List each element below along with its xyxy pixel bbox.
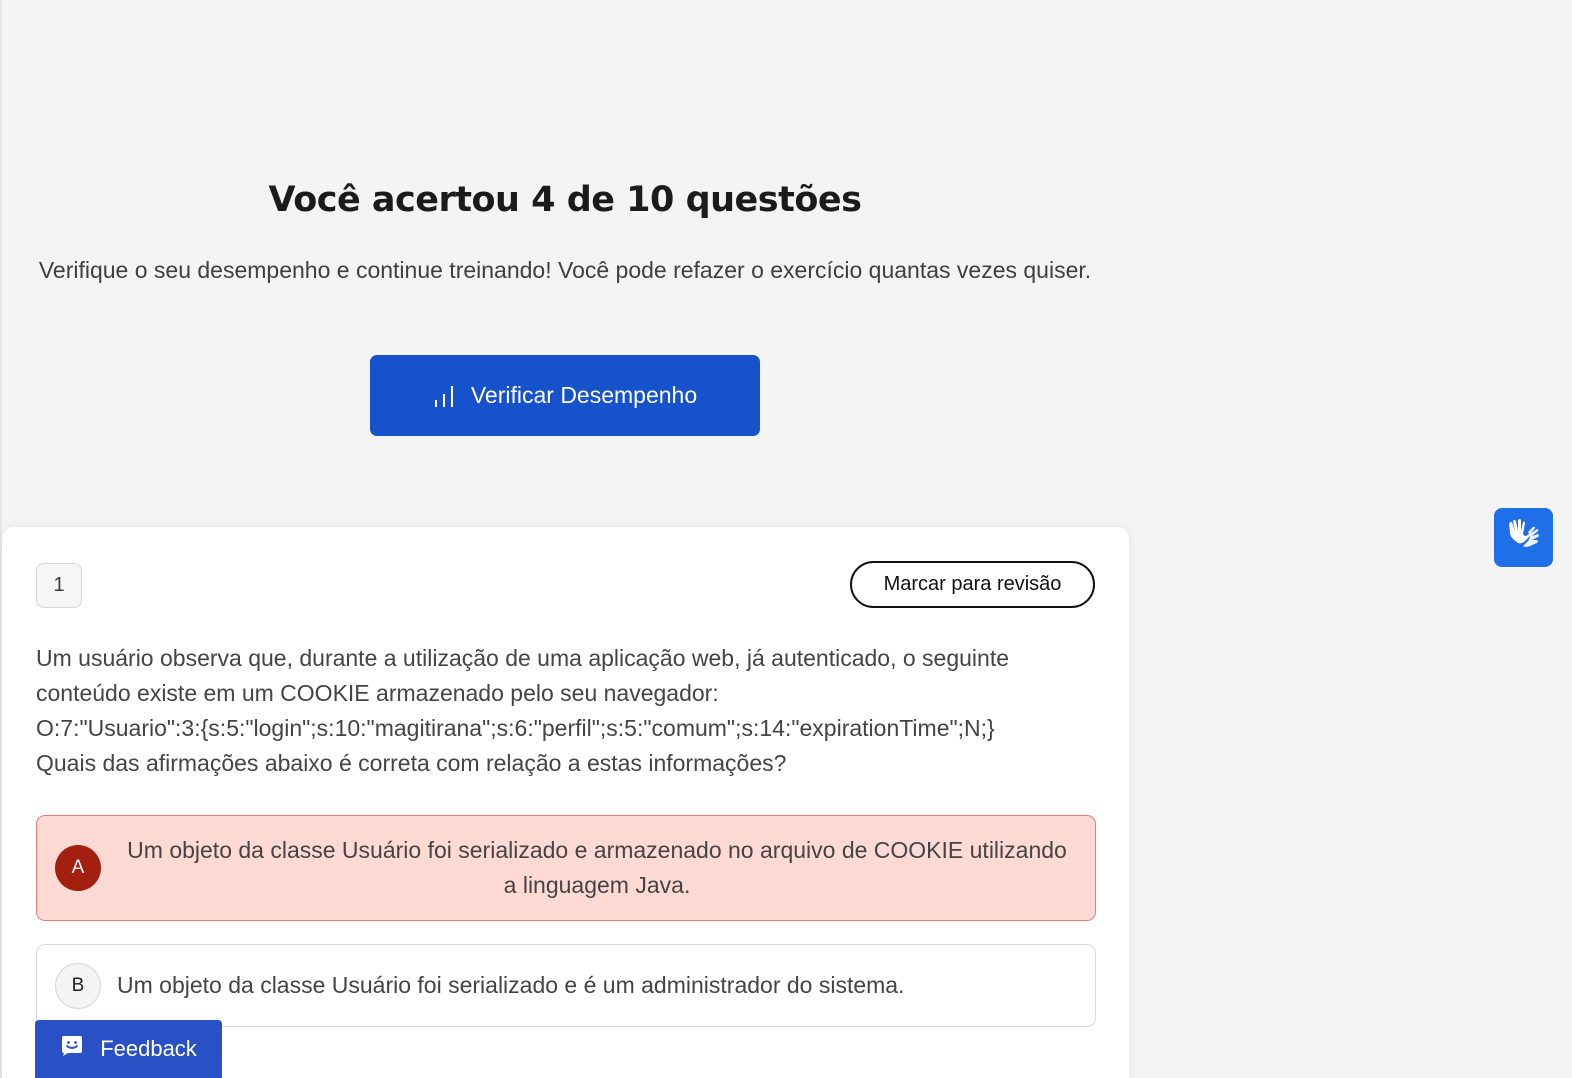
option-letter-badge: A <box>55 845 101 891</box>
bar-chart-icon <box>433 384 455 408</box>
question-text: Um usuário observa que, durante a utiliz… <box>36 641 1096 781</box>
option-text: Um objeto da classe Usuário foi serializ… <box>117 972 905 998</box>
option-b[interactable]: B Um objeto da classe Usuário foi serial… <box>36 944 1096 1027</box>
page: Você acertou 4 de 10 questões Verifique … <box>0 0 1572 1078</box>
verify-performance-button[interactable]: Verificar Desempenho <box>370 355 760 436</box>
feedback-label: Feedback <box>100 1036 197 1061</box>
question-card: 1 Marcar para revisão Um usuário observa… <box>2 527 1129 1078</box>
question-number: 1 <box>36 563 82 608</box>
accessibility-sign-language-button[interactable] <box>1494 508 1553 567</box>
result-title: Você acertou 4 de 10 questões <box>268 180 862 220</box>
verify-performance-label: Verificar Desempenho <box>470 382 698 408</box>
question-text-line: O:7:"Usuario":3:{s:5:"login";s:10:"magit… <box>36 715 995 741</box>
option-a[interactable]: A Um objeto da classe Usuário foi serial… <box>36 815 1096 921</box>
feedback-button[interactable]: Feedback <box>35 1020 222 1078</box>
option-text: Um objeto da classe Usuário foi serializ… <box>127 837 1067 898</box>
question-text-line: Quais das afirmações abaixo é correta co… <box>36 750 787 776</box>
question-text-line: conteúdo existe em um COOKIE armazenado … <box>36 680 719 706</box>
option-letter-badge: B <box>55 962 101 1009</box>
sign-language-hands-icon <box>1506 518 1542 557</box>
smile-box-icon <box>60 1035 84 1063</box>
result-subtitle: Verifique o seu desempenho e continue tr… <box>38 257 1092 283</box>
question-text-line: Um usuário observa que, durante a utiliz… <box>36 645 1009 671</box>
mark-for-review-button[interactable]: Marcar para revisão <box>850 561 1095 608</box>
